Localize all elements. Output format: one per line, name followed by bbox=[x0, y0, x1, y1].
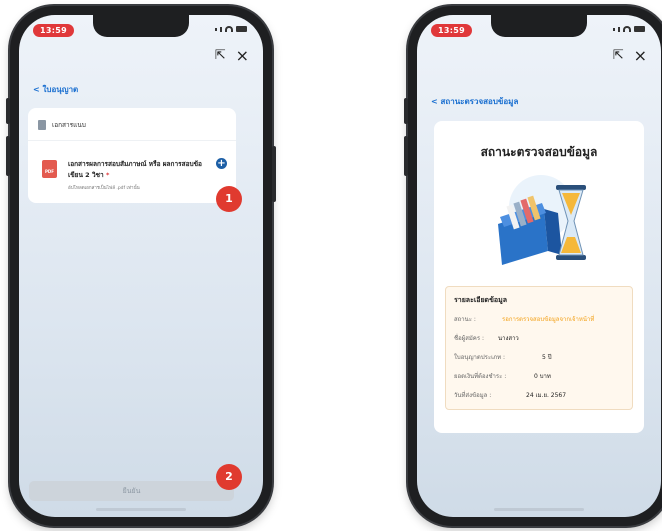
phone-side-button bbox=[404, 136, 408, 176]
detail-row-value: 5 ปี bbox=[542, 354, 552, 361]
notch bbox=[93, 15, 189, 37]
detail-row-value: 0 บาท bbox=[534, 373, 551, 380]
wifi-icon bbox=[623, 26, 631, 32]
detail-box: รายละเอียดข้อมูล สถานะ : รอการตรวจสอบข้อ… bbox=[445, 286, 633, 410]
battery-icon bbox=[236, 26, 247, 32]
signal-icon bbox=[220, 26, 222, 32]
detail-row-label: ใบอนุญาตประเภท : bbox=[454, 354, 505, 361]
required-document-text: เอกสารผลการสอบสัมภาษณ์ หรือ ผลการสอบข้อเ… bbox=[68, 160, 202, 179]
detail-row-label: ชื่อผู้สมัคร : bbox=[454, 335, 484, 342]
top-actions: ⇱ × bbox=[215, 48, 249, 64]
home-indicator bbox=[494, 508, 584, 511]
required-star: * bbox=[105, 171, 110, 179]
phone-side-button bbox=[6, 136, 10, 176]
submit-button[interactable]: ยืนยัน bbox=[29, 481, 234, 501]
detail-title: รายละเอียดข้อมูล bbox=[454, 296, 507, 304]
signal-icon bbox=[215, 27, 217, 31]
back-link[interactable]: < สถานะตรวจสอบข้อมูล bbox=[431, 95, 518, 108]
back-link[interactable]: < ใบอนุญาต bbox=[33, 83, 78, 96]
close-icon[interactable]: × bbox=[236, 48, 249, 64]
detail-row-applicant: ชื่อผู้สมัคร : นางสาว bbox=[454, 333, 519, 343]
status-icons bbox=[613, 26, 645, 32]
detail-row-submit-date: วันที่ส่งข้อมูล : 24 เม.ย. 2567 bbox=[454, 390, 566, 400]
screen-right: 13:59 ⇱ × < สถานะตรวจสอบข้อมูล สถานะตรวจ… bbox=[417, 15, 661, 517]
wifi-icon bbox=[225, 26, 233, 32]
annotation-badge-2: 2 bbox=[216, 464, 242, 490]
detail-row-status: สถานะ : รอการตรวจสอบข้อมูลจากเจ้าหน้าที่ bbox=[454, 314, 594, 324]
battery-icon bbox=[634, 26, 645, 32]
detail-row-label: ยอดเงินที่ต้องชำระ : bbox=[454, 373, 507, 380]
detail-row-amount: ยอดเงินที่ต้องชำระ : 0 บาท bbox=[454, 371, 551, 381]
required-document-hint: อัปโหลดเอกสารเป็นไฟล์ .pdf เท่านั้น bbox=[68, 186, 140, 191]
share-icon[interactable]: ⇱ bbox=[215, 48, 226, 63]
phone-left: 13:59 ⇱ × < ใบอนุญาต เอกสารแนบ PDF เอกสา… bbox=[6, 6, 276, 526]
screen-left: 13:59 ⇱ × < ใบอนุญาต เอกสารแนบ PDF เอกสา… bbox=[19, 15, 263, 517]
annotation-badge-1: 1 bbox=[216, 186, 242, 212]
detail-row-value: 24 เม.ย. 2567 bbox=[526, 392, 567, 399]
phone-side-button bbox=[404, 98, 408, 124]
close-icon[interactable]: × bbox=[634, 48, 647, 64]
file-cabinet-hourglass-illustration bbox=[498, 175, 586, 265]
status-card: สถานะตรวจสอบข้อมูล รายละเอียดข้อมูล สถาน… bbox=[434, 121, 644, 433]
add-document-button[interactable]: + bbox=[216, 158, 227, 169]
status-icons bbox=[215, 26, 247, 32]
detail-row-value: นางสาว bbox=[498, 335, 519, 342]
status-time: 13:59 bbox=[431, 24, 472, 37]
status-time: 13:59 bbox=[33, 24, 74, 37]
phone-power-button bbox=[272, 146, 276, 202]
detail-row-label: วันที่ส่งข้อมูล : bbox=[454, 392, 492, 399]
phone-side-button bbox=[6, 98, 10, 124]
document-icon bbox=[38, 120, 46, 130]
divider bbox=[28, 140, 236, 141]
status-card-title: สถานะตรวจสอบข้อมูล bbox=[480, 145, 598, 159]
detail-row-value: รอการตรวจสอบข้อมูลจากเจ้าหน้าที่ bbox=[502, 316, 595, 323]
attachments-card: เอกสารแนบ PDF เอกสารผลการสอบสัมภาษณ์ หรื… bbox=[28, 108, 236, 203]
top-actions: ⇱ × bbox=[613, 48, 647, 64]
detail-row-license-type: ใบอนุญาตประเภท : 5 ปี bbox=[454, 352, 552, 362]
detail-row-label: สถานะ : bbox=[454, 316, 476, 323]
documents-header-label: เอกสารแนบ bbox=[52, 121, 86, 129]
pdf-file-icon: PDF bbox=[42, 160, 57, 178]
required-document-title: เอกสารผลการสอบสัมภาษณ์ หรือ ผลการสอบข้อเ… bbox=[68, 159, 213, 181]
signal-icon bbox=[613, 27, 615, 31]
share-icon[interactable]: ⇱ bbox=[613, 48, 624, 63]
phone-right: 13:59 ⇱ × < สถานะตรวจสอบข้อมูล สถานะตรวจ… bbox=[404, 6, 662, 526]
notch bbox=[491, 15, 587, 37]
home-indicator bbox=[96, 508, 186, 511]
signal-icon bbox=[618, 26, 620, 32]
documents-header: เอกสารแนบ bbox=[38, 120, 86, 130]
